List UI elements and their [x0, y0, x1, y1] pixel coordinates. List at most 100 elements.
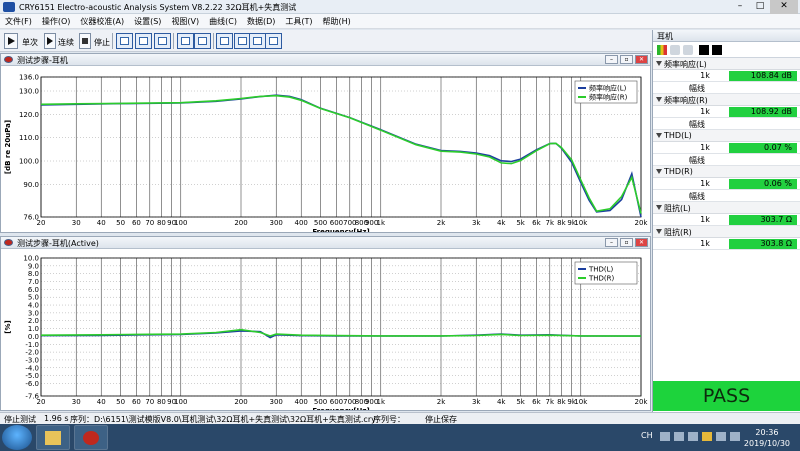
collapse-triangle-icon: [656, 205, 662, 210]
result-section[interactable]: 频率响应(L): [653, 58, 800, 70]
result-row: 1k 0.07 %: [653, 142, 800, 154]
y-tick-label: 76.0: [23, 214, 39, 222]
single-run-button[interactable]: 单次: [22, 37, 38, 48]
x-tick-label: 60: [132, 398, 141, 406]
result-row: 1k 108.92 dB: [653, 106, 800, 118]
setup-icon[interactable]: [116, 33, 133, 49]
chart-edit-icon[interactable]: [154, 33, 171, 49]
taskbar-clock[interactable]: 20:36 2019/10/30: [744, 427, 790, 449]
continuous-run-button[interactable]: 连续: [58, 37, 74, 48]
taskbar-explorer[interactable]: [36, 425, 70, 450]
menu-tools[interactable]: 工具(T): [280, 14, 317, 28]
x-tick-label: 70: [145, 219, 154, 227]
x-tick-label: 400: [295, 398, 308, 406]
y-tick-label: 90.0: [23, 181, 39, 189]
menu-file[interactable]: 文件(F): [0, 14, 37, 28]
graph-icon[interactable]: [135, 33, 152, 49]
maximize-icon[interactable]: □: [750, 0, 770, 14]
x-tick-label: 500: [314, 398, 327, 406]
expand-icon[interactable]: [699, 45, 709, 55]
save-icon[interactable]: [194, 33, 211, 49]
menu-data[interactable]: 数据(D): [242, 14, 280, 28]
panel-close-icon[interactable]: ✕: [635, 238, 648, 247]
frequency-response-panel: 测试步骤-耳机 – ▫ ✕ 20 30 40 50 60 70 80 90 100 200 300 4…: [0, 53, 651, 237]
open-folder-icon[interactable]: [177, 33, 194, 49]
result-value: 108.84 dB: [729, 71, 797, 81]
results-header: 耳机: [653, 30, 800, 42]
legend-label: 频率响应(R): [589, 93, 628, 102]
y-tick-label: 5.0: [28, 294, 39, 302]
result-row: 1k 0.06 %: [653, 178, 800, 190]
results-panel: 耳机 频率响应(L) 1k 108.84 dB 幅线 频率响应(R) 1k 108.…: [652, 30, 800, 412]
panel-close-icon[interactable]: ✕: [635, 55, 648, 64]
folder-icon: [45, 431, 61, 445]
y-tick-label: -4.0: [25, 364, 39, 372]
add-item-icon[interactable]: [216, 33, 233, 49]
minimize-icon[interactable]: –: [730, 0, 750, 14]
layout-cols-icon[interactable]: [265, 33, 282, 49]
menu-operation[interactable]: 操作(O): [37, 14, 76, 28]
menu-settings[interactable]: 设置(S): [129, 14, 166, 28]
warning-icon[interactable]: [702, 432, 712, 441]
stop-button[interactable]: 停止: [94, 37, 110, 48]
collapse-icon[interactable]: [712, 45, 722, 55]
thd-panel: 测试步骤-耳机(Active) – ▫ ✕ 20 30 40 50 60 70 80 90 10…: [0, 236, 651, 415]
result-section[interactable]: THD(L): [653, 130, 800, 142]
result-section[interactable]: 频率响应(R): [653, 94, 800, 106]
panel-minimize-icon[interactable]: –: [605, 55, 618, 64]
close-icon[interactable]: ✕: [770, 0, 798, 14]
x-tick-label: 300: [270, 398, 283, 406]
x-tick-label: 80: [157, 398, 166, 406]
x-tick-label: 50: [116, 219, 125, 227]
y-tick-label: -3.0: [25, 356, 39, 364]
menu-help[interactable]: 帮助(H): [318, 14, 356, 28]
start-button[interactable]: [2, 425, 32, 450]
tray-up-icon[interactable]: [660, 432, 670, 441]
x-tick-label: 1k: [377, 219, 386, 227]
color-grid-icon[interactable]: [657, 45, 667, 55]
result-row: 幅线: [653, 82, 800, 94]
x-tick-label: 30: [72, 219, 81, 227]
continuous-icon[interactable]: [44, 33, 56, 49]
menu-calibration[interactable]: 仪器校准(A): [75, 14, 129, 28]
taskbar-cry-app[interactable]: [74, 425, 108, 450]
x-tick-label: 80: [157, 219, 166, 227]
x-tick-label: 2k: [437, 219, 446, 227]
result-section[interactable]: 阻抗(R): [653, 226, 800, 238]
x-tick-label: 300: [270, 219, 283, 227]
y-tick-label: 136.0: [19, 74, 39, 82]
result-section[interactable]: 阻抗(L): [653, 202, 800, 214]
panel-restore-icon[interactable]: ▫: [620, 55, 633, 64]
frequency-response-chart: 20 30 40 50 60 70 80 90100 200 300 400 500 600 700800…: [4, 74, 648, 237]
layout-rows-icon[interactable]: [249, 33, 266, 49]
menu-curve[interactable]: 曲线(C): [204, 14, 242, 28]
menu-view[interactable]: 视图(V): [166, 14, 204, 28]
y-tick-label: 3.0: [28, 309, 39, 317]
clock-time: 20:36: [755, 428, 779, 437]
network-icon[interactable]: [716, 432, 726, 441]
cry-app-icon: [83, 431, 99, 445]
add-icon[interactable]: [670, 45, 680, 55]
input-language[interactable]: CH: [641, 431, 653, 440]
result-section[interactable]: THD(R): [653, 166, 800, 178]
x-tick-label: 30: [72, 398, 81, 406]
y-tick-label: 9.0: [28, 262, 39, 270]
y-tick-label: -5.0: [25, 372, 39, 380]
panel-restore-icon[interactable]: ▫: [620, 238, 633, 247]
stop-icon[interactable]: [79, 33, 91, 49]
panel-title: 测试步骤-耳机: [17, 56, 68, 65]
remove-icon[interactable]: [683, 45, 693, 55]
volume-icon[interactable]: [730, 432, 740, 441]
status-bar: 停止测试 1.96 s 序列：D:\6151\测试模版V8.0\耳机测试\32Ω…: [0, 412, 800, 424]
collapse-triangle-icon: [656, 169, 662, 174]
y-tick-label: 6.0: [28, 286, 39, 294]
play-button[interactable]: [4, 33, 18, 49]
toolbar-separator: [173, 33, 174, 49]
x-tick-label: 5k: [516, 219, 525, 227]
flag-icon[interactable]: [688, 432, 698, 441]
keyboard-icon[interactable]: [674, 432, 684, 441]
panel-header: 测试步骤-耳机 – ▫ ✕: [1, 54, 650, 66]
panel-minimize-icon[interactable]: –: [605, 238, 618, 247]
app-icon: [3, 2, 15, 12]
y-tick-label: 120.0: [19, 111, 39, 119]
